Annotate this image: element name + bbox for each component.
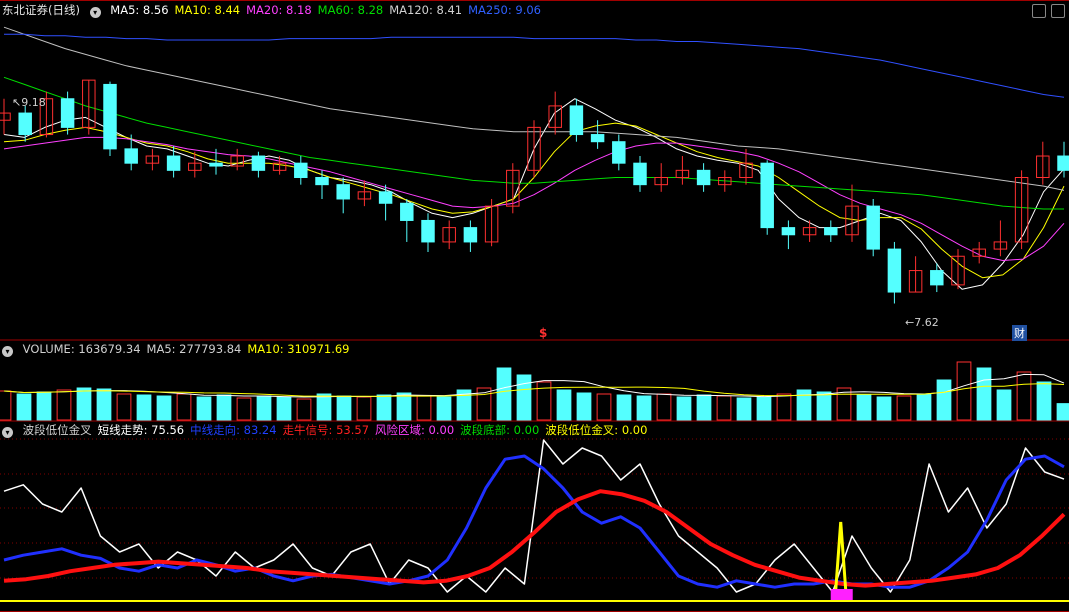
volume-bar xyxy=(676,396,692,421)
panel-toggle-icon[interactable]: ▾ xyxy=(89,7,101,18)
candle-body xyxy=(781,227,796,236)
candle-body xyxy=(18,112,32,136)
indicator-legend: 波段低位金叉 短线走势: 75.56 中线走向: 83.24 走牛信号: 53.57 风… xyxy=(23,423,654,437)
volume-bar xyxy=(576,392,592,421)
volume-bar xyxy=(336,395,352,421)
volume-bar xyxy=(516,374,532,421)
volume-bar xyxy=(376,394,392,421)
volume-bar xyxy=(256,395,272,421)
chart-stage: 东北证券(日线) ▾ MA5: 8.56 MA10: 8.44 MA20: 8.18… xyxy=(0,0,1069,612)
indicator-toggle-icon[interactable]: ▾ xyxy=(2,427,13,438)
ma-legend-item-5: MA250: 9.06 xyxy=(468,3,541,17)
background xyxy=(0,0,1069,612)
candle-body xyxy=(251,155,266,171)
volume-bar xyxy=(696,394,712,421)
ma-legend-item-1: MA10: 8.44 xyxy=(174,3,241,17)
volume-bar xyxy=(736,397,752,421)
volume-bar xyxy=(136,394,152,421)
volume-bar xyxy=(876,396,892,421)
volume-bar xyxy=(76,387,92,421)
indicator-legend-item-4: 风险区域: 0.00 xyxy=(375,423,455,437)
candle-body xyxy=(590,134,605,143)
volume-legend-item-2: MA10: 310971.69 xyxy=(247,342,350,356)
volume-bar xyxy=(816,391,832,421)
candle-body xyxy=(60,98,75,128)
ma-legend-item-4: MA120: 8.41 xyxy=(389,3,463,17)
candle-body xyxy=(1057,155,1069,171)
volume-bar xyxy=(856,394,872,421)
event-marker-cai[interactable]: 财 xyxy=(1012,325,1027,341)
indicator-legend-item-2: 中线走向: 83.24 xyxy=(190,423,277,437)
ma-legend: MA5: 8.56 MA10: 8.44 MA20: 8.18 MA60: 8.28 M… xyxy=(110,3,547,17)
candle-body xyxy=(400,202,414,221)
volume-bar xyxy=(396,392,412,421)
candle-body xyxy=(696,169,711,186)
volume-panel-header: ▾ VOLUME: 163679.34 MA5: 277793.84 MA10: 3… xyxy=(2,340,362,358)
volume-bar xyxy=(436,396,452,421)
indicator-legend-item-1: 短线走势: 75.56 xyxy=(97,423,185,437)
volume-bar xyxy=(976,367,992,421)
candle-body xyxy=(336,184,350,200)
candle-body xyxy=(463,227,478,243)
chart-svg xyxy=(0,0,1069,612)
candle-body xyxy=(612,141,626,164)
candle-body xyxy=(378,191,393,204)
volume-bar xyxy=(756,396,772,421)
indicator-panel-header: ▾ 波段低位金叉 短线走势: 75.56 中线走向: 83.24 走牛信号: 53.5… xyxy=(2,421,659,439)
volume-bar xyxy=(276,396,292,421)
volume-bar xyxy=(636,395,652,421)
candle-body xyxy=(209,162,223,167)
indicator-legend-item-3: 走牛信号: 53.57 xyxy=(282,423,370,437)
price-panel-header: 东北证券(日线) ▾ MA5: 8.56 MA10: 8.44 MA20: 8.18… xyxy=(2,1,553,19)
candle-body xyxy=(103,83,117,150)
ma-legend-item-0: MA5: 8.56 xyxy=(110,3,169,17)
indicator-legend-item-5: 波段底部: 0.00 xyxy=(460,423,540,437)
volume-bar xyxy=(996,389,1012,421)
volume-bar xyxy=(36,391,52,421)
volume-bar xyxy=(216,394,232,421)
volume-bar xyxy=(96,388,112,421)
volume-bar xyxy=(196,396,212,421)
volume-toggle-icon[interactable]: ▾ xyxy=(2,346,13,357)
candle-body xyxy=(887,248,902,293)
high-price-label: ↖9.18 xyxy=(12,96,46,109)
volume-legend-item-0: VOLUME: 163679.34 xyxy=(22,342,141,356)
candle-body xyxy=(421,219,435,243)
candle-body xyxy=(294,162,308,179)
event-marker-s[interactable]: $ xyxy=(539,326,547,340)
low-price-label: ←7.62 xyxy=(905,316,939,329)
volume-bar xyxy=(556,389,572,421)
indicator-legend-item-6: 波段低位金叉: 0.00 xyxy=(545,423,648,437)
volume-bar xyxy=(316,393,332,421)
candle-body xyxy=(760,162,774,229)
volume-bar xyxy=(916,393,932,421)
candle-body xyxy=(633,162,647,186)
ma-legend-item-2: MA20: 8.18 xyxy=(246,3,312,17)
volume-bar xyxy=(1056,403,1069,421)
candle-body xyxy=(824,227,838,236)
volume-bar xyxy=(616,394,632,421)
panel-maximize-button[interactable] xyxy=(1051,4,1065,18)
indicator-legend-item-0: 波段低位金叉 xyxy=(22,423,92,437)
stock-title: 东北证券(日线) xyxy=(2,3,80,17)
candle-body xyxy=(569,105,584,136)
candle-body xyxy=(866,205,880,250)
volume-bar xyxy=(16,393,32,421)
volume-legend-item-1: MA5: 277793.84 xyxy=(146,342,242,356)
volume-legend: VOLUME: 163679.34 MA5: 277793.84 MA10: 310… xyxy=(23,342,356,356)
candle-body xyxy=(124,148,138,164)
candle-body xyxy=(930,270,944,286)
volume-bar xyxy=(1036,381,1052,421)
panel-minimize-button[interactable] xyxy=(1032,4,1046,18)
volume-bar xyxy=(936,379,952,421)
candle-body xyxy=(315,177,329,186)
candle-body xyxy=(166,155,181,171)
ma-legend-item-3: MA60: 8.28 xyxy=(317,3,384,17)
golden-cross-marker xyxy=(830,589,853,600)
volume-bar xyxy=(496,367,512,421)
volume-bar xyxy=(156,395,172,421)
